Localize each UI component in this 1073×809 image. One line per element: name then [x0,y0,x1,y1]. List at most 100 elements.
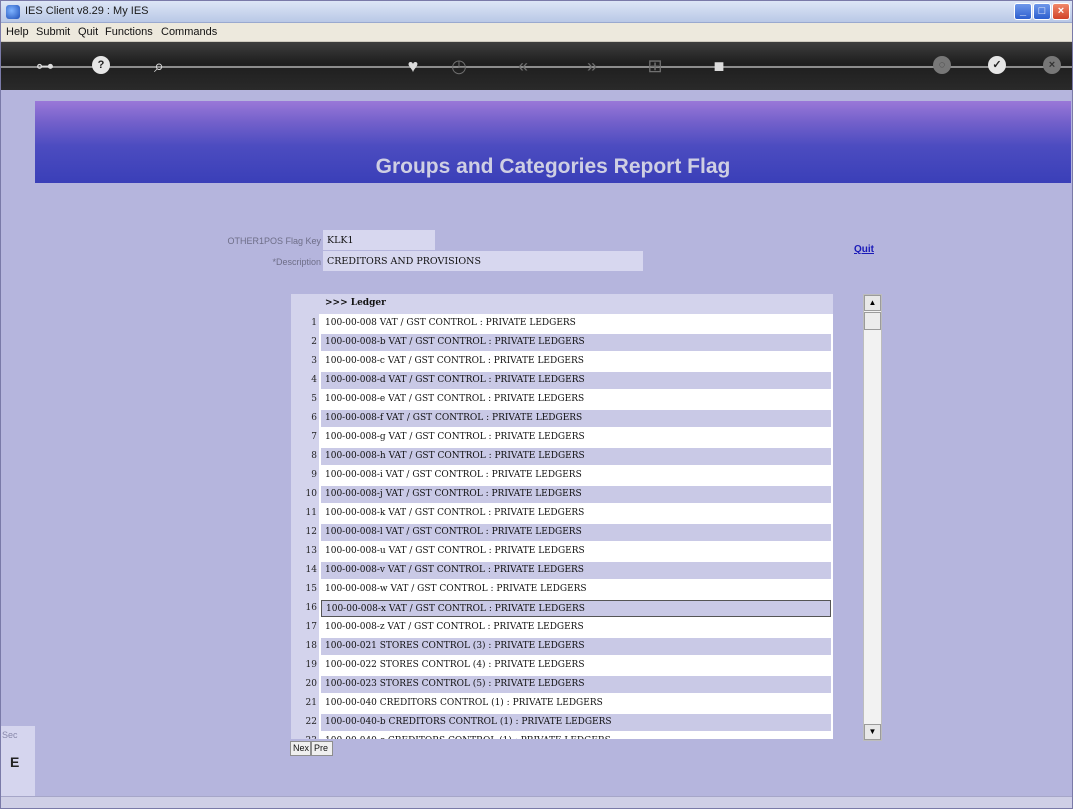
quit-link[interactable]: Quit [854,244,874,255]
search-icon[interactable]: ⌕ [147,54,171,78]
page-title: Groups and Categories Report Flag [375,155,731,178]
table-row[interactable]: 22 100-00-040-b CREDITORS CONTROL (1) : P… [291,713,833,732]
row-ledger-text[interactable]: 100-00-008-x VAT / GST CONTROL : PRIVATE… [321,600,831,617]
row-number: 15 [291,580,319,599]
scroll-thumb[interactable] [864,312,881,330]
row-ledger-text[interactable]: 100-00-040-c CREDITORS CONTROL (1) : PRI… [321,733,831,739]
row-number: 3 [291,352,319,371]
row-number: 21 [291,694,319,713]
row-number: 1 [291,314,319,333]
table-row[interactable]: 21 100-00-040 CREDITORS CONTROL (1) : PRI… [291,694,833,713]
table-row[interactable]: 20 100-00-023 STORES CONTROL (5) : PRIVAT… [291,675,833,694]
key-icon[interactable]: ⊶ [33,54,57,78]
row-ledger-text[interactable]: 100-00-040-b CREDITORS CONTROL (1) : PRI… [321,714,831,731]
table-row[interactable]: 14 100-00-008-v VAT / GST CONTROL : PRIVA… [291,561,833,580]
row-number: 12 [291,523,319,542]
row-ledger-text[interactable]: 100-00-008-e VAT / GST CONTROL : PRIVATE… [321,391,831,408]
menu-bar: Help Submit Quit Functions Commands [1,23,1072,42]
ledger-list: >>> Ledger 1 100-00-008 VAT / GST CONTROL… [291,294,833,739]
table-row[interactable]: 5 100-00-008-e VAT / GST CONTROL : PRIVAT… [291,390,833,409]
description-label: *Description [272,257,321,267]
prev-page-button[interactable]: Pre [311,741,333,756]
menu-quit[interactable]: Quit [78,26,98,38]
row-ledger-text[interactable]: 100-00-040 CREDITORS CONTROL (1) : PRIVA… [321,695,831,712]
scroll-up-button[interactable]: ▲ [864,295,881,311]
table-row[interactable]: 17 100-00-008-z VAT / GST CONTROL : PRIVA… [291,618,833,637]
row-ledger-text[interactable]: 100-00-008-d VAT / GST CONTROL : PRIVATE… [321,372,831,389]
table-row[interactable]: 1 100-00-008 VAT / GST CONTROL : PRIVATE … [291,314,833,333]
row-ledger-text[interactable]: 100-00-023 STORES CONTROL (5) : PRIVATE … [321,676,831,693]
list-header-label: >>> Ledger [325,298,386,308]
table-row[interactable]: 19 100-00-022 STORES CONTROL (4) : PRIVAT… [291,656,833,675]
row-ledger-text[interactable]: 100-00-008-g VAT / GST CONTROL : PRIVATE… [321,429,831,446]
check-icon[interactable]: ✓ [988,56,1006,74]
row-ledger-text[interactable]: 100-00-008 VAT / GST CONTROL : PRIVATE L… [321,315,831,332]
table-row[interactable]: 13 100-00-008-u VAT / GST CONTROL : PRIVA… [291,542,833,561]
status-bar [1,796,1072,808]
clock-icon[interactable]: ◷ [447,54,471,78]
flag-key-field[interactable]: KLK1 [323,230,435,250]
table-row[interactable]: 12 100-00-008-l VAT / GST CONTROL : PRIVA… [291,523,833,542]
menu-commands[interactable]: Commands [161,26,217,38]
side-panel-stub[interactable]: Sec E [1,726,35,796]
row-number: 5 [291,390,319,409]
row-number: 2 [291,333,319,352]
heart-icon[interactable]: ♥ [401,54,425,78]
list-scrollbar[interactable]: ▲ ▼ [863,294,882,741]
rewind-icon[interactable]: « [511,54,535,78]
row-ledger-text[interactable]: 100-00-008-f VAT / GST CONTROL : PRIVATE… [321,410,831,427]
ring-icon[interactable]: ◌ [933,56,951,74]
stop-icon[interactable]: ■ [707,54,731,78]
app-icon [6,5,20,19]
title-bar[interactable]: IES Client v8.29 : My IES _ □ × [1,1,1072,23]
menu-help[interactable]: Help [6,26,29,38]
app-window: IES Client v8.29 : My IES _ □ × Help Sub… [0,0,1073,809]
row-number: 22 [291,713,319,732]
help-icon[interactable]: ? [92,56,110,74]
close-icon[interactable]: × [1043,56,1061,74]
table-row[interactable]: 3 100-00-008-c VAT / GST CONTROL : PRIVAT… [291,352,833,371]
description-field[interactable]: CREDITORS AND PROVISIONS [323,251,643,271]
row-ledger-text[interactable]: 100-00-008-c VAT / GST CONTROL : PRIVATE… [321,353,831,370]
side-panel-letter: E [10,754,20,770]
table-row[interactable]: 23100-00-040-c CREDITORS CONTROL (1) : P… [291,732,833,739]
maximize-button[interactable]: □ [1033,3,1051,20]
close-window-button[interactable]: × [1052,3,1070,20]
table-row[interactable]: 15 100-00-008-w VAT / GST CONTROL : PRIVA… [291,580,833,599]
row-ledger-text[interactable]: 100-00-008-z VAT / GST CONTROL : PRIVATE… [321,619,831,636]
table-row[interactable]: 11 100-00-008-k VAT / GST CONTROL : PRIVA… [291,504,833,523]
menu-submit[interactable]: Submit [36,26,70,38]
table-row[interactable]: 16 100-00-008-x VAT / GST CONTROL : PRIVA… [291,599,833,618]
table-row[interactable]: 10 100-00-008-j VAT / GST CONTROL : PRIVA… [291,485,833,504]
next-page-button[interactable]: Nex [290,741,311,756]
row-number: 23 [291,732,319,739]
row-ledger-text[interactable]: 100-00-008-j VAT / GST CONTROL : PRIVATE… [321,486,831,503]
row-number: 4 [291,371,319,390]
forward-icon[interactable]: » [580,54,604,78]
row-number: 7 [291,428,319,447]
row-number: 20 [291,675,319,694]
menu-functions[interactable]: Functions [105,26,153,38]
list-header: >>> Ledger [291,294,833,314]
table-row[interactable]: 4 100-00-008-d VAT / GST CONTROL : PRIVAT… [291,371,833,390]
table-row[interactable]: 9 100-00-008-i VAT / GST CONTROL : PRIVAT… [291,466,833,485]
row-ledger-text[interactable]: 100-00-008-u VAT / GST CONTROL : PRIVATE… [321,543,831,560]
flag-key-label: OTHER1POS Flag Key [227,236,321,246]
table-row[interactable]: 2 100-00-008-b VAT / GST CONTROL : PRIVAT… [291,333,833,352]
row-ledger-text[interactable]: 100-00-021 STORES CONTROL (3) : PRIVATE … [321,638,831,655]
minimize-button[interactable]: _ [1014,3,1032,20]
grid-icon[interactable]: ⊞ [643,54,667,78]
row-ledger-text[interactable]: 100-00-008-b VAT / GST CONTROL : PRIVATE… [321,334,831,351]
row-ledger-text[interactable]: 100-00-008-h VAT / GST CONTROL : PRIVATE… [321,448,831,465]
table-row[interactable]: 6 100-00-008-f VAT / GST CONTROL : PRIVAT… [291,409,833,428]
row-ledger-text[interactable]: 100-00-008-k VAT / GST CONTROL : PRIVATE… [321,505,831,522]
table-row[interactable]: 7 100-00-008-g VAT / GST CONTROL : PRIVAT… [291,428,833,447]
row-ledger-text[interactable]: 100-00-008-i VAT / GST CONTROL : PRIVATE… [321,467,831,484]
row-ledger-text[interactable]: 100-00-008-l VAT / GST CONTROL : PRIVATE… [321,524,831,541]
row-ledger-text[interactable]: 100-00-008-v VAT / GST CONTROL : PRIVATE… [321,562,831,579]
table-row[interactable]: 18 100-00-021 STORES CONTROL (3) : PRIVAT… [291,637,833,656]
scroll-down-button[interactable]: ▼ [864,724,881,740]
row-ledger-text[interactable]: 100-00-008-w VAT / GST CONTROL : PRIVATE… [321,581,831,598]
table-row[interactable]: 8 100-00-008-h VAT / GST CONTROL : PRIVAT… [291,447,833,466]
row-ledger-text[interactable]: 100-00-022 STORES CONTROL (4) : PRIVATE … [321,657,831,674]
